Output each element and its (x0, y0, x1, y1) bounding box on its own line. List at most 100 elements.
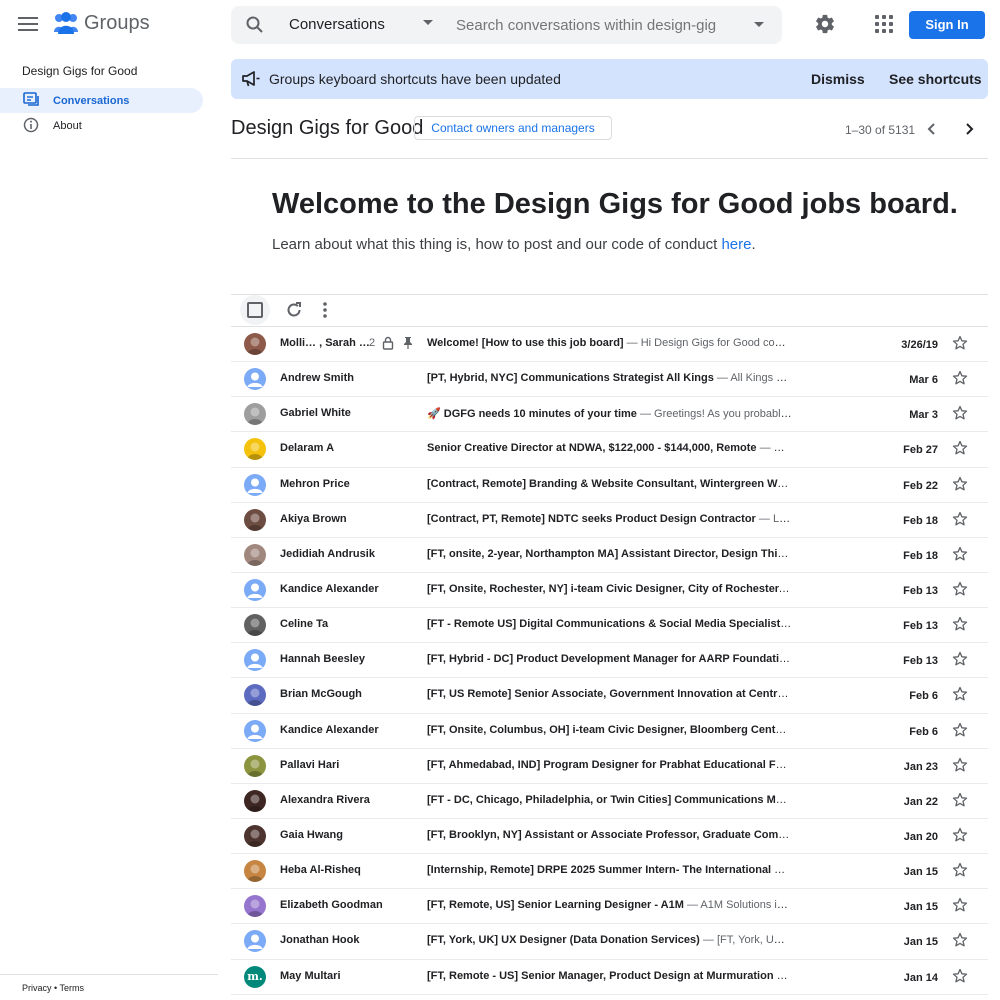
row-date: Jan 22 (903, 795, 938, 808)
table-row[interactable]: Akiya Brown [Contract, PT, Remote] NDTC s… (231, 503, 988, 538)
star-icon[interactable] (952, 686, 968, 702)
subject-text: [FT, Onsite, Columbus, OH] i-team Civic … (427, 723, 792, 736)
row-author: Gaia Hwang (280, 828, 343, 841)
row-subject[interactable]: [FT, onsite, 2-year, Northampton MA] Ass… (427, 548, 792, 560)
row-subject[interactable]: Senior Creative Director at NDWA, $122,0… (427, 442, 792, 454)
avatar (244, 930, 266, 953)
row-snippet: — Link t… (758, 512, 792, 525)
subject-text: [FT, Remote - US] Senior Manager, Produc… (427, 969, 774, 982)
pin-icon (404, 337, 412, 349)
star-icon[interactable] (952, 440, 968, 456)
sign-in-button[interactable]: Sign In (909, 11, 985, 39)
more-vert-icon[interactable] (318, 301, 332, 319)
sidebar-item-about[interactable]: About (0, 113, 203, 138)
subject-text: [PT, Hybrid, NYC] Communications Strateg… (427, 372, 714, 385)
row-subject[interactable]: [FT, Remote - US] Senior Manager, Produc… (427, 970, 792, 982)
shortcuts-banner: Groups keyboard shortcuts have been upda… (231, 59, 988, 99)
row-subject[interactable]: 🚀 DGFG needs 10 minutes of your time — G… (427, 407, 792, 420)
select-all-checkbox[interactable] (240, 295, 270, 325)
star-icon[interactable] (952, 335, 968, 351)
row-subject[interactable]: [FT, Onsite, Rochester, NY] i-team Civic… (427, 583, 792, 595)
terms-link[interactable]: Terms (60, 983, 85, 993)
groups-logo-icon (54, 12, 78, 34)
row-subject[interactable]: Welcome! [How to use this job board] — H… (427, 337, 792, 349)
refresh-icon[interactable] (284, 300, 304, 320)
scope-dropdown-icon[interactable] (423, 20, 433, 25)
search-scope-select[interactable]: Conversations (289, 16, 385, 33)
star-icon[interactable] (952, 616, 968, 632)
star-icon[interactable] (952, 651, 968, 667)
star-icon[interactable] (952, 581, 968, 597)
search-icon[interactable] (245, 15, 265, 35)
contact-owners-button[interactable]: Contact owners and managers (414, 116, 612, 140)
star-icon[interactable] (952, 792, 968, 808)
here-link[interactable]: here (721, 236, 751, 253)
row-subject[interactable]: [FT, Remote, US] Senior Learning Designe… (427, 899, 792, 911)
row-subject[interactable]: [FT, Ahmedabad, IND] Program Designer fo… (427, 759, 792, 771)
table-row[interactable]: Jonathan Hook [FT, York, UK] UX Designer … (231, 924, 988, 960)
star-icon[interactable] (952, 757, 968, 773)
star-icon[interactable] (952, 476, 968, 492)
table-row[interactable]: Alexandra Rivera [FT - DC, Chicago, Phila… (231, 784, 988, 819)
table-row[interactable]: Brian McGough [FT, US Remote] Senior Asso… (231, 678, 988, 714)
see-shortcuts-button[interactable]: See shortcuts (889, 71, 982, 87)
row-subject[interactable]: [FT, York, UK] UX Designer (Data Donatio… (427, 934, 792, 946)
main-menu-icon[interactable] (16, 13, 40, 37)
dismiss-button[interactable]: Dismiss (811, 71, 865, 87)
top-bar: Groups Conversations Sign In (0, 0, 1000, 50)
privacy-link[interactable]: Privacy (22, 983, 52, 993)
table-row[interactable]: m. May Multari [FT, Remote - US] Senior Ma… (231, 960, 988, 995)
row-subject[interactable]: [FT, Onsite, Columbus, OH] i-team Civic … (427, 724, 792, 736)
table-row[interactable]: Gaia Hwang [FT, Brooklyn, NY] Assistant o… (231, 819, 988, 855)
row-author: Mehron Price (280, 477, 350, 490)
search-options-dropdown-icon[interactable] (754, 22, 764, 27)
pagination-label: 1–30 of 5131 (845, 123, 916, 137)
chevron-right-icon[interactable] (961, 121, 977, 137)
table-row[interactable]: Celine Ta [FT - Remote US] Digital Commun… (231, 608, 988, 644)
groups-logo[interactable]: Groups (52, 10, 150, 36)
row-subject[interactable]: [FT - DC, Chicago, Philadelphia, or Twin… (427, 794, 792, 806)
settings-gear-icon[interactable] (814, 13, 836, 35)
star-icon[interactable] (952, 405, 968, 421)
table-row[interactable]: Heba Al-Risheq [Internship, Remote] DRPE … (231, 854, 988, 890)
row-subject[interactable]: [Contract, Remote] Branding & Website Co… (427, 478, 792, 490)
star-icon[interactable] (952, 370, 968, 386)
row-snippet: — Greetings! As you probably … (636, 408, 792, 421)
row-subject[interactable]: [Internship, Remote] DRPE 2025 Summer In… (427, 864, 792, 876)
subject-text: [Internship, Remote] DRPE 2025 Summer In… (427, 864, 792, 877)
row-date: Feb 6 (909, 690, 938, 703)
star-icon[interactable] (952, 968, 968, 984)
row-subject[interactable]: [FT - Remote US] Digital Communications … (427, 618, 792, 630)
apps-grid-icon[interactable] (875, 15, 893, 33)
row-subject[interactable]: [FT, US Remote] Senior Associate, Govern… (427, 688, 792, 700)
star-icon[interactable] (952, 546, 968, 562)
star-icon[interactable] (952, 862, 968, 878)
table-row[interactable]: Pallavi Hari [FT, Ahmedabad, IND] Program… (231, 749, 988, 784)
row-subject[interactable]: [PT, Hybrid, NYC] Communications Strateg… (427, 372, 792, 384)
sidebar-item-conversations[interactable]: Conversations (0, 88, 203, 113)
search-input[interactable] (456, 13, 716, 37)
table-row[interactable]: Kandice Alexander [FT, Onsite, Rochester,… (231, 573, 988, 609)
table-row[interactable]: Mehron Price [Contract, Remote] Branding … (231, 468, 988, 503)
chevron-left-icon[interactable] (924, 121, 940, 137)
table-row[interactable]: Jedidiah Andrusik [FT, onsite, 2-year, No… (231, 538, 988, 573)
table-row[interactable]: Kandice Alexander [FT, Onsite, Columbus, … (231, 714, 988, 749)
table-row[interactable]: Andrew Smith [PT, Hybrid, NYC] Communicat… (231, 362, 988, 398)
avatar: m. (244, 965, 266, 988)
star-icon[interactable] (952, 511, 968, 527)
row-subject[interactable]: [FT, Brooklyn, NY] Assistant or Associat… (427, 829, 792, 841)
table-row[interactable]: Delaram A Senior Creative Director at NDW… (231, 432, 988, 468)
table-row[interactable]: Gabriel White 🚀 DGFG needs 10 minutes of … (231, 397, 988, 433)
star-icon[interactable] (952, 722, 968, 738)
table-row[interactable]: Molli… , Sarah … 2 Welcome! [How to use th… (231, 327, 988, 363)
table-row[interactable]: Hannah Beesley [FT, Hybrid - DC] Product … (231, 643, 988, 679)
row-subject[interactable]: [Contract, PT, Remote] NDTC seeks Produc… (427, 513, 792, 525)
avatar (244, 508, 266, 531)
table-row[interactable]: Elizabeth Goodman [FT, Remote, US] Senior… (231, 889, 988, 925)
row-subject[interactable]: [FT, Hybrid - DC] Product Development Ma… (427, 653, 792, 665)
star-icon[interactable] (952, 897, 968, 913)
subject-text: [FT, Onsite, Rochester, NY] i-team Civic… (427, 582, 792, 595)
star-icon[interactable] (952, 932, 968, 948)
subject-text: [Contract, Remote] Branding & Website Co… (427, 477, 792, 490)
star-icon[interactable] (952, 827, 968, 843)
